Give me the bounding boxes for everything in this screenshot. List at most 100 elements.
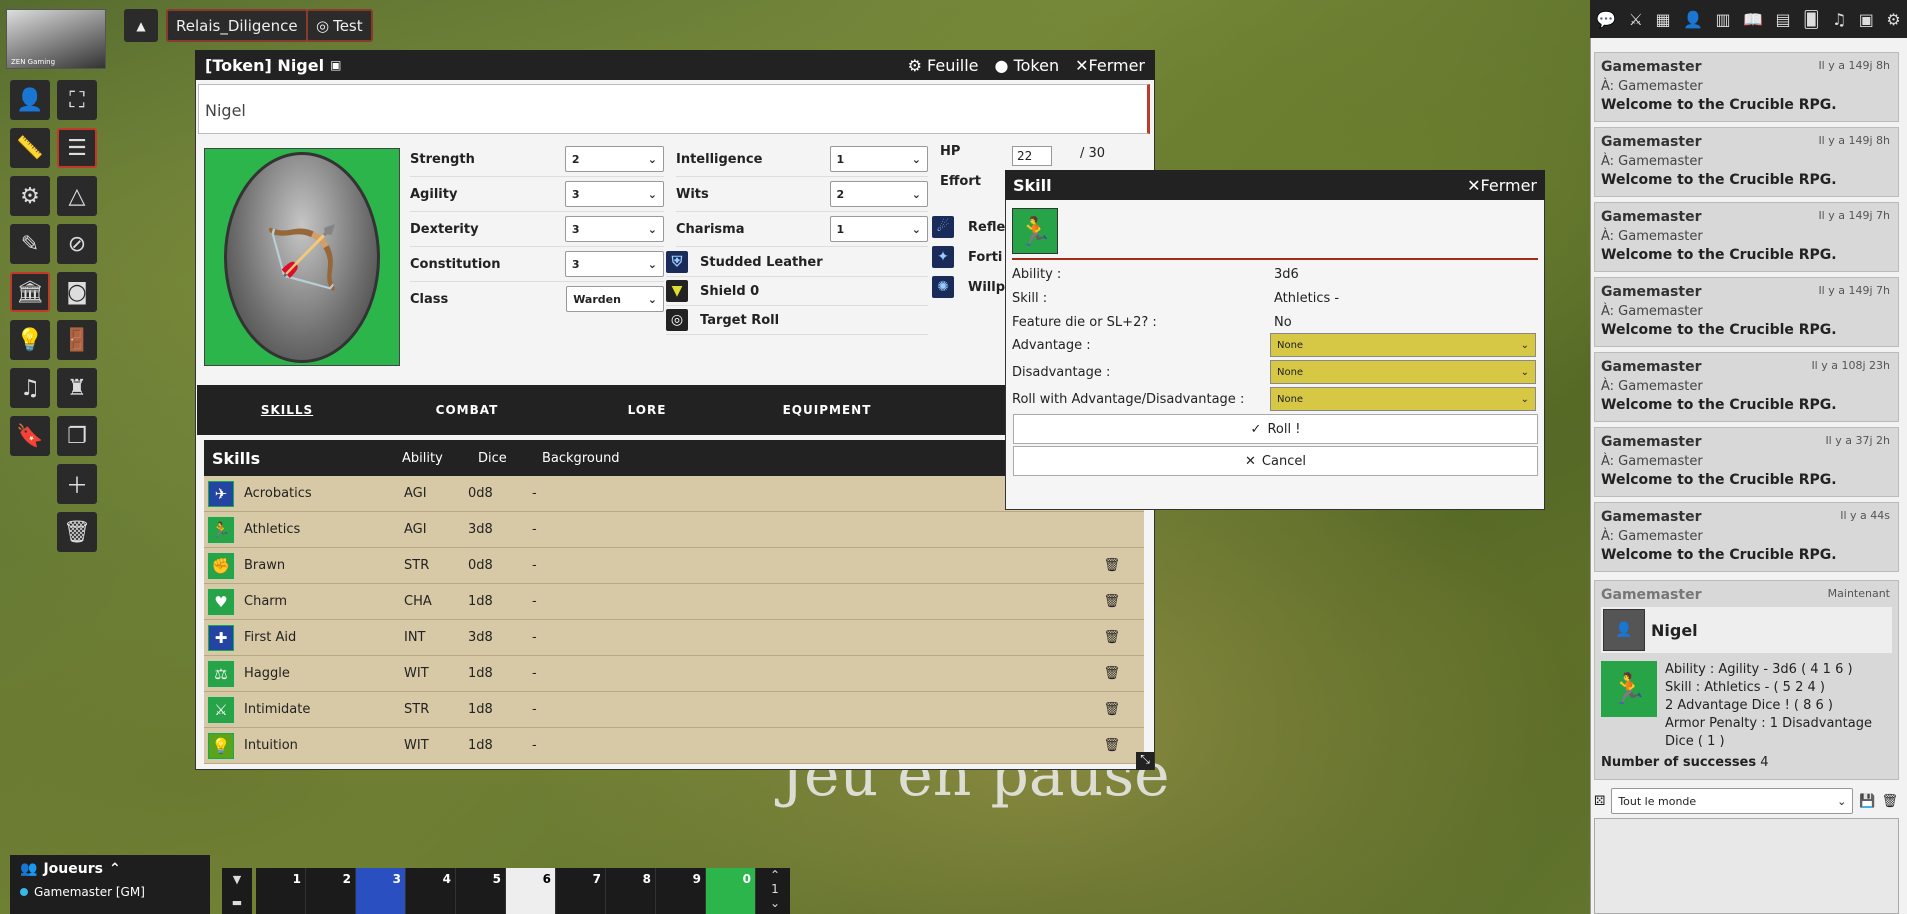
menu-icon[interactable]: ☰ xyxy=(57,128,97,168)
advantage-select[interactable]: None ⌄ xyxy=(1270,333,1536,357)
skill-name[interactable]: Haggle xyxy=(234,666,404,681)
scenes-tab-icon[interactable]: ▦ xyxy=(1655,10,1670,29)
roll-mode-select[interactable]: Tout le monde ⌄ xyxy=(1611,788,1854,814)
trash-icon[interactable]: 🗑 xyxy=(1882,794,1899,809)
table-row[interactable]: 💡 Intuition WIT 1d8 - 🗑 xyxy=(204,728,1144,764)
trash-icon[interactable]: 🗑 xyxy=(57,512,97,552)
intelligence-select[interactable]: 1 ⌄ xyxy=(829,146,928,172)
close-dialog-button[interactable]: ✕Fermer xyxy=(1467,176,1537,195)
players-header[interactable]: 👥 Joueurs ⌃ xyxy=(10,855,210,883)
collapse-navigation-button[interactable]: ▲ xyxy=(124,9,158,42)
visibility-off-icon[interactable]: ⊘ xyxy=(57,224,97,264)
disadvantage-select[interactable]: None ⌄ xyxy=(1270,360,1536,384)
delete-icon[interactable]: 🗑 xyxy=(1103,630,1120,645)
triangle-icon[interactable]: △ xyxy=(57,176,97,216)
sheet-config-button[interactable]: ⚙ Feuille xyxy=(908,56,979,75)
delete-icon[interactable]: 🗑 xyxy=(1103,738,1120,753)
bookmark-icon[interactable]: 🔖 xyxy=(10,416,50,456)
copy-icon[interactable]: ❐ xyxy=(57,416,97,456)
dexterity-select[interactable]: 3 ⌄ xyxy=(564,216,664,242)
hotbar-menu[interactable]: ▼ ▬ xyxy=(222,868,252,914)
settings-tab-icon[interactable]: ⚙ xyxy=(1886,10,1900,29)
skill-name[interactable]: Intimidate xyxy=(234,702,404,717)
table-row[interactable]: ✊ Brawn STR 0d8 - 🗑 xyxy=(204,548,1144,584)
mask-icon[interactable]: ◙ xyxy=(57,272,97,312)
items-tab-icon[interactable]: ▥ xyxy=(1715,10,1730,29)
constitution-select[interactable]: 3 ⌄ xyxy=(564,251,664,277)
tab-combat[interactable]: COMBAT xyxy=(377,403,557,417)
hotbar-slot[interactable]: 0 xyxy=(706,868,756,914)
chat-tab-icon[interactable]: 💬 xyxy=(1596,10,1616,29)
character-portrait[interactable]: 🏹 xyxy=(204,148,400,366)
resize-handle-icon[interactable]: ⤡ xyxy=(1136,752,1154,770)
table-row[interactable]: ♥ Charm CHA 1d8 - 🗑 xyxy=(204,584,1144,620)
hp-input[interactable]: 22 xyxy=(1012,146,1052,166)
bank-icon[interactable]: 🏛 xyxy=(10,272,50,312)
draw-icon[interactable]: ✎ xyxy=(10,224,50,264)
wits-select[interactable]: 2 ⌄ xyxy=(829,181,928,207)
actor-avatar[interactable]: 👤 xyxy=(1603,609,1645,651)
dice-icon[interactable]: ⚄ xyxy=(1594,794,1605,809)
hotbar-slot[interactable]: 8 xyxy=(606,868,656,914)
compendium-tab-icon[interactable]: ▣ xyxy=(1859,10,1874,29)
measure-icon[interactable]: 📏 xyxy=(10,128,50,168)
castle-icon[interactable]: ♜ xyxy=(57,368,97,408)
door-icon[interactable]: 🚪 xyxy=(57,320,97,360)
roll-button[interactable]: ✓ Roll ! xyxy=(1013,414,1538,444)
delete-icon[interactable]: 🗑 xyxy=(1103,558,1120,573)
token-config-button[interactable]: ● Token xyxy=(995,56,1060,75)
skill-name[interactable]: Athletics xyxy=(234,522,404,537)
character-name-input[interactable]: Nigel xyxy=(198,84,1150,134)
sheet-header[interactable]: [Token] Nigel ▣ ⚙ Feuille ● Token ✕Ferme… xyxy=(195,50,1155,80)
fullscreen-icon[interactable]: ⛶ xyxy=(57,80,97,120)
chat-input[interactable] xyxy=(1594,818,1899,914)
table-row[interactable]: 🏃 Athletics AGI 3d8 - xyxy=(204,512,1144,548)
tab-skills[interactable]: SKILLS xyxy=(197,403,377,417)
scene-tab-test[interactable]: ◎ Test xyxy=(306,9,373,42)
journal-tab-icon[interactable]: 📖 xyxy=(1743,10,1763,29)
combat-tab-icon[interactable]: ⚔ xyxy=(1629,10,1643,29)
equip-shield[interactable]: ▼ Shield 0 xyxy=(666,277,928,306)
lightbulb-icon[interactable]: 💡 xyxy=(10,320,50,360)
save-willpower[interactable]: ✺ Willp xyxy=(932,276,1005,298)
skill-name[interactable]: Acrobatics xyxy=(234,486,404,501)
skill-name[interactable]: Brawn xyxy=(234,558,404,573)
hotbar-slot[interactable]: 5 xyxy=(456,868,506,914)
hotbar-slot[interactable]: 1 xyxy=(256,868,306,914)
playlists-tab-icon[interactable]: ♫ xyxy=(1832,10,1846,29)
close-sheet-button[interactable]: ✕Fermer xyxy=(1075,56,1145,75)
token-controls-icon[interactable]: 👤 xyxy=(10,80,50,120)
save-reflex[interactable]: ☄ Refle xyxy=(932,216,1005,238)
table-row[interactable]: ⚖ Haggle WIT 1d8 - 🗑 xyxy=(204,656,1144,692)
hotbar-slot[interactable]: 4 xyxy=(406,868,456,914)
world-logo[interactable]: ZEN Gaming xyxy=(6,9,106,69)
music-icon[interactable]: ♫ xyxy=(10,368,50,408)
tab-equipment[interactable]: EQUIPMENT xyxy=(737,403,917,417)
hotbar-slot[interactable]: 2 xyxy=(306,868,356,914)
tab-lore[interactable]: LORE xyxy=(557,403,737,417)
hotbar-slot[interactable]: 6 xyxy=(506,868,556,914)
charisma-select[interactable]: 1 ⌄ xyxy=(829,216,928,242)
skill-dialog-header[interactable]: Skill ✕Fermer xyxy=(1005,170,1545,200)
equip-target-roll[interactable]: ◎ Target Roll xyxy=(666,306,928,335)
delete-icon[interactable]: 🗑 xyxy=(1103,594,1120,609)
combined-select[interactable]: None ⌄ xyxy=(1270,387,1536,411)
table-row[interactable]: ✈ Acrobatics AGI 0d8 - xyxy=(204,476,1144,512)
cancel-button[interactable]: ✕ Cancel xyxy=(1013,446,1538,476)
skill-name[interactable]: Charm xyxy=(234,594,404,609)
save-icon[interactable]: 💾 xyxy=(1859,794,1875,809)
delete-icon[interactable]: 🗑 xyxy=(1103,666,1120,681)
delete-icon[interactable]: 🗑 xyxy=(1103,702,1120,717)
hotbar-slot[interactable]: 3 xyxy=(356,868,406,914)
hotbar-slot[interactable]: 7 xyxy=(556,868,606,914)
add-icon[interactable]: ＋ xyxy=(57,464,97,504)
tiles-icon[interactable]: ⚙ xyxy=(10,176,50,216)
save-fortitude[interactable]: ✦ Forti xyxy=(932,246,1005,268)
skill-name[interactable]: Intuition xyxy=(234,738,404,753)
skill-name[interactable]: First Aid xyxy=(234,630,404,645)
scene-tab-relais[interactable]: Relais_Diligence xyxy=(166,9,308,42)
table-row[interactable]: ⚔ Intimidate STR 1d8 - 🗑 xyxy=(204,692,1144,728)
hotbar-slot[interactable]: 9 xyxy=(656,868,706,914)
cards-tab-icon[interactable]: 🂠 xyxy=(1803,10,1819,29)
tables-tab-icon[interactable]: ▤ xyxy=(1776,10,1791,29)
